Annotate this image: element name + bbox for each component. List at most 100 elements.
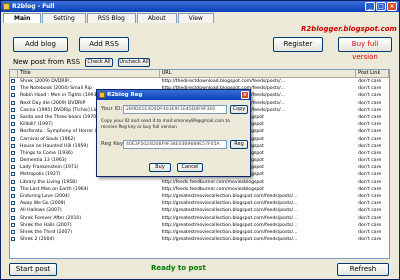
table-row[interactable]: Shrek 2 (2004) http://greatestmoviecollec… bbox=[10, 236, 389, 243]
row-post-link: don't care bbox=[358, 222, 382, 228]
table-row[interactable]: Shrek the Halls (2007) http://greatestmov… bbox=[10, 222, 389, 229]
row-checkbox[interactable] bbox=[11, 208, 15, 213]
buy-full-version-button[interactable]: Buy full version bbox=[338, 37, 392, 61]
row-checkbox[interactable] bbox=[11, 136, 15, 141]
row-checkbox-cell bbox=[10, 215, 18, 222]
row-checkbox[interactable] bbox=[11, 150, 15, 155]
window-title: R2blog - Full bbox=[12, 3, 55, 10]
tab-view[interactable]: View bbox=[177, 13, 214, 23]
maximize-icon[interactable]: □ bbox=[376, 2, 386, 11]
row-post-link: don't care bbox=[358, 107, 382, 113]
refresh-button[interactable]: Refresh bbox=[337, 263, 389, 276]
tab-rss-blog[interactable]: RSS Blog bbox=[86, 13, 136, 23]
row-checkbox[interactable] bbox=[11, 237, 15, 242]
reg-key-field[interactable]: 40E3F5024D0BF9F38E03B9689E57F05A bbox=[123, 140, 227, 149]
col-url[interactable]: URL bbox=[160, 70, 357, 77]
close-icon[interactable]: × bbox=[387, 2, 397, 11]
your-id-label: Your ID: bbox=[101, 106, 123, 112]
row-checkbox-cell bbox=[10, 121, 18, 128]
row-checkbox[interactable] bbox=[11, 143, 15, 148]
start-post-button[interactable]: Start post bbox=[9, 263, 57, 276]
check-all-button[interactable]: Check All bbox=[85, 58, 113, 67]
row-checkbox-cell bbox=[10, 229, 18, 236]
dialog-title-bar: R2blog Reg × bbox=[97, 90, 250, 100]
register-button[interactable]: Register bbox=[273, 37, 323, 52]
row-checkbox[interactable] bbox=[11, 222, 15, 227]
row-post-link: don't care bbox=[358, 143, 382, 149]
row-checkbox[interactable] bbox=[11, 186, 15, 191]
row-checkbox[interactable] bbox=[11, 122, 15, 127]
row-checkbox-cell bbox=[10, 128, 18, 135]
row-checkbox[interactable] bbox=[11, 107, 15, 112]
row-post-link: don't care bbox=[358, 201, 382, 207]
row-title: Library the Living (1958) bbox=[19, 179, 77, 185]
row-post-link: don't care bbox=[358, 100, 382, 106]
col-title[interactable]: Title bbox=[18, 70, 160, 77]
row-post-link: don't care bbox=[358, 86, 382, 92]
tab-about[interactable]: About bbox=[136, 13, 177, 23]
row-checkbox[interactable] bbox=[11, 100, 15, 105]
row-checkbox-cell bbox=[10, 100, 18, 107]
row-checkbox[interactable] bbox=[11, 194, 15, 198]
row-checkbox[interactable] bbox=[11, 79, 15, 83]
row-checkbox[interactable] bbox=[11, 93, 15, 98]
table-row[interactable]: Shrek the Third (2007) http://greatestmov… bbox=[10, 229, 389, 236]
row-url: http://greatestmoviecollection.blogspot.… bbox=[161, 222, 298, 228]
copy-button[interactable]: Copy bbox=[230, 105, 248, 114]
cancel-button[interactable]: Cancel bbox=[177, 163, 203, 172]
table-row[interactable]: All Hallows (2007) http://greatestmovieco… bbox=[10, 207, 389, 214]
row-title: Shrek 2 (2004) bbox=[19, 237, 55, 243]
row-checkbox-cell bbox=[10, 222, 18, 229]
row-checkbox[interactable] bbox=[11, 179, 15, 184]
table-row[interactable]: The Last Man on Earth (1964) http://feeds… bbox=[10, 186, 389, 193]
row-checkbox[interactable] bbox=[11, 114, 15, 119]
add-rss-button[interactable]: Add RSS bbox=[79, 37, 129, 52]
reg-key-label: Reg Key: bbox=[101, 141, 125, 147]
row-post-link: don't care bbox=[358, 186, 382, 192]
minimize-icon[interactable]: _ bbox=[365, 2, 375, 11]
row-post-link: don't care bbox=[358, 93, 382, 99]
row-title: Enduring Love (2004) bbox=[19, 194, 70, 199]
row-checkbox-cell bbox=[10, 136, 18, 143]
row-checkbox[interactable] bbox=[11, 215, 15, 220]
uncheck-all-button[interactable]: Uncheck All bbox=[118, 58, 150, 67]
row-url: http://feeds.feedburner.com/moviesblogsp… bbox=[161, 179, 264, 185]
resize-grip-icon[interactable]: ⋰ bbox=[391, 270, 396, 276]
row-checkbox[interactable] bbox=[11, 229, 15, 234]
tab-main[interactable]: Main bbox=[3, 13, 42, 23]
brand-label: R2blogger.blogspot.com bbox=[301, 25, 397, 33]
title-bar: R2blog - Full _ □ × bbox=[1, 1, 399, 12]
row-checkbox[interactable] bbox=[11, 172, 15, 177]
col-post-link[interactable]: Post Link bbox=[356, 70, 389, 77]
row-url: http://feeds.feedburner.com/moviesblogsp… bbox=[161, 186, 264, 192]
table-row[interactable]: Away We Go (2009) http://greatestmoviecol… bbox=[10, 200, 389, 207]
add-blog-button[interactable]: Add blog bbox=[13, 37, 68, 52]
row-checkbox-cell bbox=[10, 236, 18, 243]
table-row[interactable]: Shrek Forever After (2010) http://greates… bbox=[10, 215, 389, 222]
registration-dialog: R2blog Reg × Your ID: 2B9D01E4D4DF403E9F… bbox=[96, 89, 251, 177]
row-checkbox[interactable] bbox=[11, 129, 15, 134]
row-checkbox[interactable] bbox=[11, 165, 15, 170]
row-post-link: don't care bbox=[358, 208, 382, 214]
tab-setting[interactable]: Setting bbox=[42, 13, 86, 23]
row-url: http://thedirectdownload.blogspot.com/fe… bbox=[161, 79, 286, 84]
table-row[interactable]: Library the Living (1958) http://feeds.fe… bbox=[10, 179, 389, 186]
row-checkbox[interactable] bbox=[11, 86, 15, 91]
row-post-link: don't care bbox=[358, 194, 382, 199]
row-checkbox[interactable] bbox=[11, 158, 15, 163]
row-post-link: don't care bbox=[358, 79, 382, 84]
row-url: http://greatestmoviecollection.blogspot.… bbox=[161, 208, 298, 214]
dialog-close-icon[interactable]: × bbox=[241, 91, 249, 99]
your-id-field[interactable]: 2B9D01E4D4DF403E9F1E45D8F9F3E6 bbox=[123, 105, 227, 114]
reg-button[interactable]: Reg bbox=[230, 140, 248, 149]
buy-button[interactable]: Buy bbox=[149, 163, 171, 172]
dialog-title: R2blog Reg bbox=[107, 92, 143, 98]
table-row[interactable]: Enduring Love (2004) http://greatestmovie… bbox=[10, 193, 389, 200]
row-checkbox[interactable] bbox=[11, 201, 15, 206]
row-checkbox-cell bbox=[10, 114, 18, 121]
row-checkbox-cell bbox=[10, 150, 18, 157]
row-url: http://greatestmoviecollection.blogspot.… bbox=[161, 229, 298, 235]
table-header: Title URL Post Link bbox=[10, 70, 389, 78]
table-row[interactable]: Shrek (2009) DVDRIP... http://thedirectdo… bbox=[10, 78, 389, 85]
row-post-link: don't care bbox=[358, 129, 382, 135]
